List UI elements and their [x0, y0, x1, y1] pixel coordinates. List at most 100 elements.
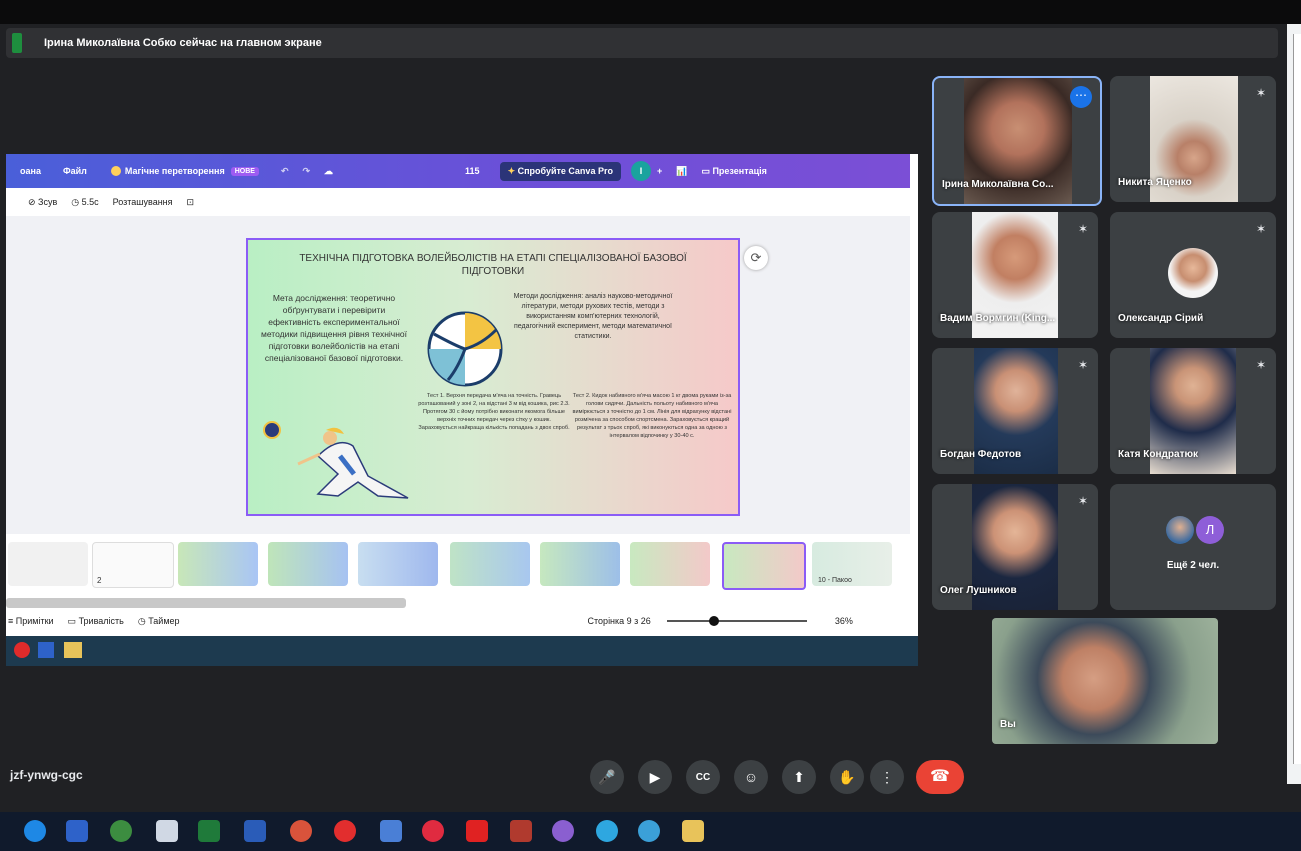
zoom-tool[interactable]: ⊘ Зсув	[28, 197, 57, 208]
mic-off-icon: ✶	[1077, 494, 1088, 508]
counter-text: 115	[465, 166, 480, 176]
thumbnail[interactable]	[540, 542, 620, 586]
present-icon[interactable]: ⬆	[782, 760, 816, 794]
participant-tile[interactable]: ✶ Богдан Федотов	[932, 348, 1098, 474]
refresh-icon[interactable]: ⟳	[744, 246, 768, 270]
mic-off-icon: ✶	[1255, 358, 1266, 372]
app-icon[interactable]	[290, 820, 312, 842]
app-icon[interactable]	[422, 820, 444, 842]
hangup-button[interactable]: ☎	[916, 760, 964, 794]
timing-tool[interactable]: ◷ 5.5с	[71, 197, 98, 208]
slide-goal-text: Мета дослідження: теоретично обґрунтуват…	[260, 293, 408, 363]
zoom-tool-label: Зсув	[38, 196, 58, 207]
self-view-tile[interactable]: Вы	[992, 618, 1218, 744]
magic-icon	[110, 166, 121, 176]
telegram-icon[interactable]	[596, 820, 618, 842]
mic-off-icon: ✶	[1255, 86, 1266, 100]
slide-methods-text: Методи дослідження: аналіз науково-метод…	[513, 293, 673, 340]
thumbnail[interactable]	[268, 542, 348, 586]
side-panel-edge	[1287, 24, 1301, 784]
more-icon[interactable]: ⋮	[870, 760, 904, 794]
page-indicator: Сторінка 9 з 26	[587, 616, 651, 626]
participant-name: Олександр Сірий	[1118, 313, 1204, 324]
thumbnail[interactable]	[450, 542, 530, 586]
participant-tile[interactable]: ✶ Вадим Вормгин (King...	[932, 212, 1098, 338]
mic-off-icon: ✶	[1077, 358, 1088, 372]
duration-button[interactable]: ▭ Тривалість	[68, 616, 124, 627]
slide-test1-text: Тест 1. Верхня передача м'яча на точніст…	[418, 393, 570, 431]
participant-name: Вадим Вормгин (King...	[940, 313, 1056, 324]
magic-switch-label: Магічне перетворення	[124, 166, 225, 176]
menu-file[interactable]: Файл	[63, 166, 87, 176]
participant-tile[interactable]: ⋯ Ірина Миколаївна Со...	[932, 76, 1102, 206]
thumbnail-number: 2	[97, 576, 102, 585]
analytics-icon[interactable]: 📊	[676, 166, 687, 177]
camera-icon[interactable]: ▶	[638, 760, 672, 794]
mic-icon[interactable]: 🎤	[590, 760, 624, 794]
present-button[interactable]: ▭ Презентація	[701, 166, 766, 177]
word-icon[interactable]	[244, 820, 266, 842]
opera-icon[interactable]	[334, 820, 356, 842]
undo-icon[interactable]: ↶	[281, 166, 289, 177]
slide[interactable]: ТЕХНІЧНА ПІДГОТОВКА ВОЛЕЙБОЛІСТІВ НА ЕТА…	[246, 238, 740, 516]
more-options-icon[interactable]: ⋯	[1070, 86, 1092, 108]
shared-screen: оана Файл Магічне перетворення НОВЕ ↶ ↷ …	[6, 154, 918, 666]
mic-off-icon: ✶	[1255, 222, 1266, 236]
zoom-slider[interactable]	[666, 616, 807, 626]
volleyball-icon	[427, 311, 503, 387]
excel-icon[interactable]	[198, 820, 220, 842]
hangup-icon: ☎	[930, 768, 950, 785]
thumbnail-label: 10 - Пакоо	[818, 577, 852, 584]
thumbnail[interactable]: 2	[92, 542, 174, 588]
start-icon[interactable]	[24, 820, 46, 842]
thumbnail[interactable]	[630, 542, 710, 586]
user-avatar[interactable]: I	[630, 161, 651, 181]
hand-icon[interactable]: ✋	[830, 760, 864, 794]
thumbnail[interactable]	[8, 542, 88, 586]
timer-button[interactable]: ◷ Таймер	[138, 616, 180, 627]
participant-tile[interactable]: ✶ Олександр Сірий	[1110, 212, 1276, 338]
emoji-icon[interactable]: ☺	[734, 760, 768, 794]
slide-test2-text: Тест 2. Кидок набивного м'яча масою 1 кг…	[572, 393, 732, 439]
notes-button[interactable]: ≡ Примітки	[8, 616, 54, 626]
add-icon[interactable]: +	[657, 166, 662, 176]
present-label: Презентація	[712, 165, 767, 176]
timing-label: 5.5с	[81, 196, 99, 207]
arrange-button[interactable]: Розташування	[113, 197, 173, 207]
participant-tile[interactable]: ✶ Катя Кондратюк	[1110, 348, 1276, 474]
chrome-icon[interactable]	[380, 820, 402, 842]
youtube-icon[interactable]	[466, 820, 488, 842]
redo-icon[interactable]: ↷	[302, 166, 310, 177]
app-icon[interactable]	[552, 820, 574, 842]
captions-icon[interactable]: CC	[686, 760, 720, 794]
canva-footer: ≡ Примітки ▭ Тривалість ◷ Таймер Сторінк…	[6, 610, 910, 632]
thumbnail[interactable]	[358, 542, 438, 586]
lock-icon[interactable]: ⊡	[187, 197, 195, 208]
app-icon[interactable]	[156, 820, 178, 842]
thumbnail[interactable]	[178, 542, 258, 586]
app-icon[interactable]	[638, 820, 660, 842]
folder-icon[interactable]	[682, 820, 704, 842]
menu-home[interactable]: оана	[20, 166, 41, 176]
more-participants-tile[interactable]: Л Ещё 2 чел.	[1110, 484, 1276, 610]
cloud-sync-icon[interactable]: ☁	[324, 166, 333, 177]
slide-title: ТЕХНІЧНА ПІДГОТОВКА ВОЛЕЙБОЛІСТІВ НА ЕТА…	[299, 253, 687, 277]
canva-toolbar: ⊘ Зсув ◷ 5.5с Розташування ⊡	[6, 188, 910, 217]
notes-label: Примітки	[15, 616, 54, 626]
try-pro-button[interactable]: ✦ Спробуйте Canva Pro	[499, 161, 621, 181]
timer-label: Таймер	[148, 615, 180, 626]
participant-name: Ірина Миколаївна Со...	[942, 179, 1054, 190]
zoom-slider-handle[interactable]	[708, 616, 719, 626]
participant-tile[interactable]: ✶ Олег Лушников	[932, 484, 1098, 610]
thumbnail[interactable]: 10 - Пакоо	[812, 542, 892, 586]
thumbnail-selected[interactable]	[722, 542, 806, 590]
app-icon[interactable]	[510, 820, 532, 842]
participant-name: Олег Лушников	[940, 585, 1017, 596]
app-icon[interactable]	[66, 820, 88, 842]
app-icon[interactable]	[110, 820, 132, 842]
thumbnail-scrollbar[interactable]	[6, 598, 406, 608]
magic-switch-button[interactable]: Магічне перетворення НОВЕ	[110, 166, 259, 176]
participant-tile[interactable]: ✶ Никита Яценко	[1110, 76, 1276, 202]
presenter-banner: Ірина Миколаївна Собко сейчас на главном…	[6, 28, 1278, 58]
duration-label: Тривалість	[78, 615, 124, 626]
